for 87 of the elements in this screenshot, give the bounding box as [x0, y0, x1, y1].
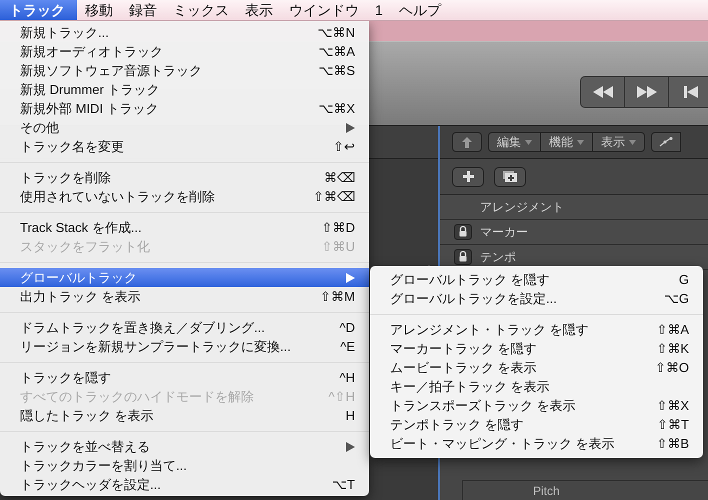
global-track-row[interactable]: マーカー — [440, 220, 708, 245]
menu-item[interactable]: リージョンを新規サンプラートラックに変換... ^E — [0, 337, 369, 356]
shortcut-text: ^⇧H — [328, 390, 355, 403]
shortcut-text: ⇧⌘D — [322, 221, 355, 234]
menu-bar-item[interactable]: 表示 — [237, 0, 281, 20]
lock-icon[interactable] — [454, 224, 472, 240]
menu-item[interactable]: その他 — [0, 118, 369, 137]
shortcut-text: ⌘⌫ — [324, 171, 355, 184]
curve-icon — [659, 137, 673, 147]
global-track-row[interactable]: アレンジメント — [440, 195, 708, 220]
menu-bar-item[interactable]: ミックス — [165, 0, 237, 20]
menu-item[interactable]: マーカートラック を隠す ⇧⌘K — [370, 339, 703, 358]
automation-button[interactable] — [651, 132, 681, 152]
menu-item[interactable]: Track Stack を作成... ⇧⌘D — [0, 218, 369, 237]
caret-icon — [629, 140, 636, 144]
menu-item[interactable]: トラックを隠す ^H — [0, 368, 369, 387]
menu-item[interactable]: キー／拍子トラック を表示 — [370, 377, 703, 396]
menu-bar-item[interactable]: トラック — [0, 0, 77, 20]
menu-item[interactable]: グローバルトラックを設定... ⌥G — [370, 289, 703, 308]
menu-item[interactable]: 隠したトラック を表示 H — [0, 406, 369, 425]
menu-item[interactable]: 使用されていないトラックを削除 ⇧⌘⌫ — [0, 187, 369, 206]
menu-item[interactable]: テンポトラック を隠す ⇧⌘T — [370, 415, 703, 434]
menu-item[interactable]: ビート・マッピング・トラック を表示 ⇧⌘B — [370, 434, 703, 453]
menu-bar-item[interactable]: ヘルプ — [390, 0, 449, 20]
track-label: マーカー — [480, 224, 528, 241]
lock-icon[interactable] — [454, 249, 472, 265]
track-label: アレンジメント — [480, 199, 564, 216]
up-arrow-icon — [462, 136, 472, 148]
shortcut-text: ⌥⌘A — [318, 45, 355, 58]
plus-icon — [462, 171, 474, 182]
shortcut-text: ⇧⌘O — [654, 361, 689, 374]
shortcut-text: ⇧⌘X — [656, 399, 689, 412]
menu-bar-item[interactable]: 移動 — [77, 0, 121, 20]
shortcut-text: ⇧⌘U — [322, 240, 355, 253]
caret-icon — [577, 140, 584, 144]
shortcut-text: H — [346, 409, 355, 422]
shortcut-text: ⇧⌘K — [656, 342, 689, 355]
caret-icon — [525, 140, 532, 144]
submenu-arrow-icon — [346, 442, 355, 452]
folder-button[interactable] — [494, 166, 526, 186]
menu-item[interactable]: トラック名を変更 ⇧↩ — [0, 137, 369, 156]
fast-forward-icon — [636, 86, 656, 98]
shortcut-text: ⇧⌘B — [656, 437, 689, 450]
track-label: Pitch — [533, 482, 560, 500]
shortcut-text: ⇧⌘⌫ — [313, 190, 355, 203]
menu-item[interactable]: グローバルトラック を隠す G — [370, 270, 703, 289]
shortcut-text: ^H — [340, 371, 355, 384]
shortcut-text: ^D — [340, 321, 355, 334]
shortcut-text: ⇧⌘T — [657, 418, 689, 431]
menu-item[interactable]: 出力トラック を表示 ⇧⌘M — [0, 287, 369, 306]
menu-item[interactable]: トラックヘッダを設定... ⌥T — [0, 475, 369, 494]
menu-item[interactable]: 新規オーディオトラック ⌥⌘A — [0, 42, 369, 61]
shortcut-text: ⌥⌘X — [318, 102, 355, 115]
menu-item[interactable]: ムービートラック を表示 ⇧⌘O — [370, 358, 703, 377]
shortcut-text: ⇧⌘A — [656, 323, 689, 336]
toolbar-dropdown[interactable]: 編集 — [489, 133, 541, 151]
shortcut-text: ⌥G — [664, 292, 689, 305]
shortcut-text: ⇧↩ — [333, 140, 355, 153]
menu-item[interactable]: 新規外部 MIDI トラック ⌥⌘X — [0, 99, 369, 118]
menu-bar-item[interactable]: ウインドウ — [281, 0, 367, 20]
menu-item[interactable]: トラックを削除 ⌘⌫ — [0, 168, 369, 187]
shortcut-text: ^E — [340, 340, 355, 353]
shortcut-text: ⇧⌘M — [320, 290, 355, 303]
menu-item[interactable]: 新規 Drummer トラック — [0, 80, 369, 99]
toolbar-dropdown[interactable]: 機能 — [541, 133, 593, 151]
track-label: テンポ — [480, 249, 516, 266]
menu-item[interactable]: アレンジメント・トラック を隠す ⇧⌘A — [370, 320, 703, 339]
stack-plus-icon — [503, 171, 517, 182]
up-button[interactable] — [452, 132, 482, 152]
menu-bar-item[interactable]: 録音 — [121, 0, 165, 20]
menu-item[interactable]: ドラムトラックを置き換え／ダブリング... ^D — [0, 318, 369, 337]
menu-item[interactable]: トラックを並べ替える — [0, 437, 369, 456]
menu-item[interactable]: トラックカラーを割り当て... — [0, 456, 369, 475]
menu-item[interactable]: 新規ソフトウェア音源トラック ⌥⌘S — [0, 61, 369, 80]
submenu-arrow-icon — [346, 122, 355, 132]
shortcut-text: G — [678, 273, 689, 286]
shortcut-text: ⌥T — [332, 478, 355, 491]
menu-item[interactable]: グローバルトラック — [0, 268, 369, 287]
skip-back-icon — [684, 86, 698, 98]
menu-item[interactable]: トランスポーズトラック を表示 ⇧⌘X — [370, 396, 703, 415]
shortcut-text: ⌥⌘S — [318, 64, 355, 77]
add-track-button[interactable] — [452, 166, 484, 186]
submenu-arrow-icon — [346, 272, 355, 282]
rewind-icon — [592, 86, 612, 98]
toolbar-dropdown[interactable]: 表示 — [593, 133, 644, 151]
shortcut-text: ⌥⌘N — [318, 26, 355, 39]
menu-bar-item[interactable]: 1 — [367, 0, 391, 20]
